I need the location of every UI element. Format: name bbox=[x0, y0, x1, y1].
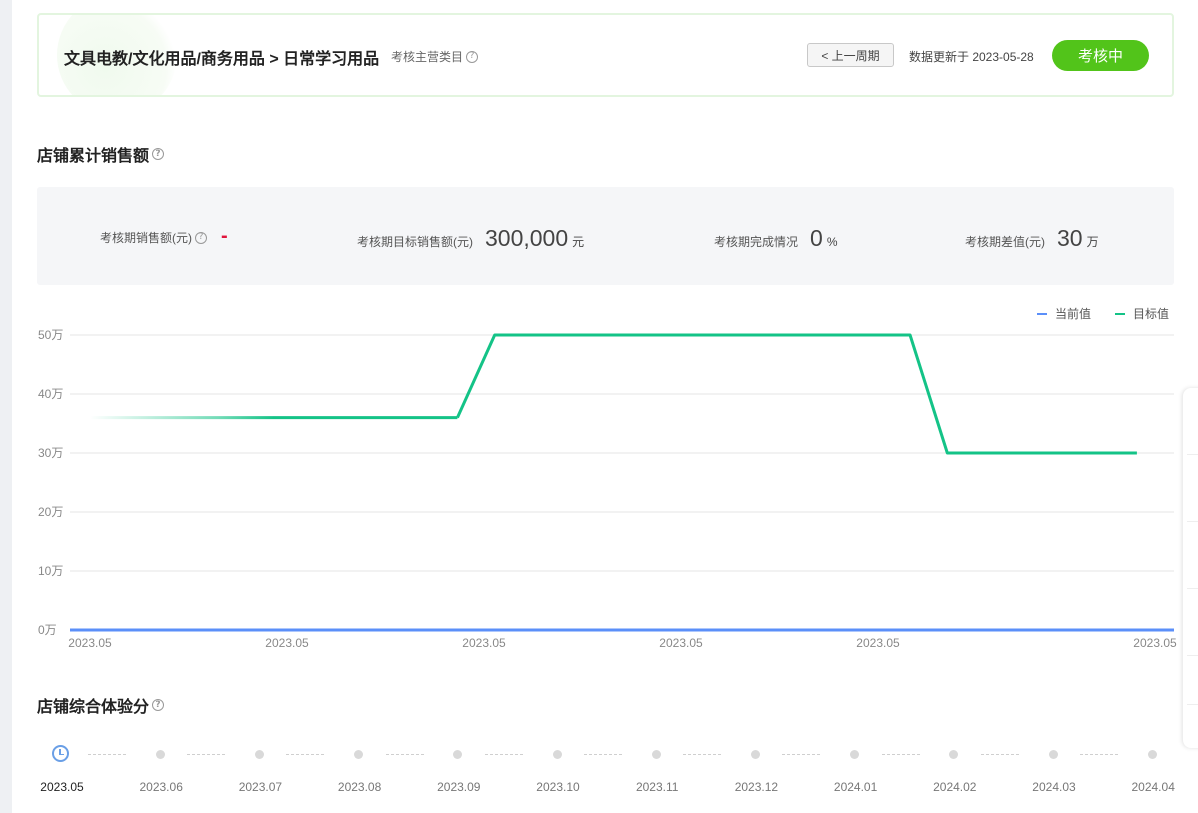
stat-unit: 万 bbox=[1086, 235, 1099, 249]
timeline-month-label[interactable]: 2023.11 bbox=[632, 780, 682, 794]
y-tick-label: 30万 bbox=[38, 446, 63, 460]
help-icon[interactable]: ? bbox=[466, 50, 479, 63]
timeline-dot[interactable] bbox=[850, 750, 860, 759]
stat-period-sales: 考核期销售额(元) ? - bbox=[100, 225, 228, 248]
clock-icon[interactable] bbox=[52, 745, 69, 762]
timeline-dot[interactable] bbox=[1048, 750, 1058, 759]
y-tick-label: 40万 bbox=[38, 387, 63, 401]
legend-swatch bbox=[1037, 312, 1047, 315]
experience-section-title: 店铺综合体验分 ? bbox=[37, 693, 165, 717]
stat-target-sales: 考核期目标销售额(元) 300,000 元 bbox=[357, 225, 584, 252]
floating-toolbar[interactable] bbox=[1183, 388, 1198, 748]
timeline-connector bbox=[881, 754, 920, 755]
timeline-connector bbox=[782, 754, 821, 755]
y-tick-label: 0万 bbox=[38, 623, 57, 637]
category-path: 文具电教/文化用品/商务用品 > 日常学习用品 bbox=[64, 51, 380, 68]
x-tick-label: 2023.05 bbox=[1133, 636, 1177, 650]
x-tick-label: 2023.05 bbox=[265, 636, 309, 650]
stat-completion: 考核期完成情况 0 % bbox=[714, 225, 837, 252]
sales-section-title-text: 店铺累计销售额 bbox=[37, 148, 150, 165]
timeline-dot[interactable] bbox=[1147, 750, 1157, 759]
timeline-dot[interactable] bbox=[155, 750, 165, 759]
timeline-connector bbox=[385, 754, 424, 755]
timeline-month-label[interactable]: 2023.05 bbox=[37, 780, 87, 794]
stat-label: 考核期销售额(元) ? bbox=[100, 229, 207, 246]
timeline-connector bbox=[683, 754, 722, 755]
timeline-connector bbox=[88, 754, 126, 755]
timeline-dot[interactable] bbox=[453, 750, 463, 759]
timeline-connector bbox=[1080, 754, 1118, 755]
sales-line-chart: 0万 10万 20万 30万 40万 50万 2023.05 2023.05 2023.05 2… bbox=[38, 328, 1177, 650]
timeline-connector bbox=[286, 754, 325, 755]
stat-label: 考核期完成情况 bbox=[714, 235, 799, 249]
x-tick-label: 2023.05 bbox=[659, 636, 703, 650]
help-icon[interactable]: ? bbox=[195, 231, 207, 244]
timeline-dot[interactable] bbox=[354, 750, 364, 759]
sales-stats-box: 考核期销售额(元) ? - 考核期目标销售额(元) 300,000 元 考核期完… bbox=[37, 187, 1174, 285]
timeline-connector bbox=[980, 754, 1019, 755]
stat-label: 考核期目标销售额(元) bbox=[357, 235, 473, 249]
category-type: 考核主营类目 ? bbox=[391, 48, 479, 65]
timeline-connector bbox=[484, 754, 523, 755]
status-badge: 考核中 bbox=[1052, 40, 1149, 71]
category-type-label: 考核主营类目 bbox=[391, 50, 464, 64]
timeline-month-label[interactable]: 2023.06 bbox=[136, 780, 186, 794]
timeline-dot[interactable] bbox=[254, 750, 264, 759]
timeline-month-label[interactable]: 2024.02 bbox=[930, 780, 980, 794]
timeline-connector bbox=[187, 754, 226, 755]
timeline-month-label[interactable]: 2024.03 bbox=[1029, 780, 1079, 794]
y-tick-label: 20万 bbox=[38, 505, 63, 519]
x-tick-label: 2023.05 bbox=[856, 636, 900, 650]
x-tick-label: 2023.05 bbox=[462, 636, 506, 650]
prev-period-button[interactable]: < 上一周期 bbox=[807, 43, 894, 67]
timeline-connector bbox=[584, 754, 622, 755]
stat-unit: 元 bbox=[572, 235, 585, 249]
stat-value: - bbox=[221, 225, 228, 247]
y-tick-label: 10万 bbox=[38, 564, 63, 578]
sales-section-title: 店铺累计销售额 ? bbox=[37, 142, 165, 166]
stat-label: 考核期差值(元) bbox=[965, 235, 1045, 249]
y-tick-label: 50万 bbox=[38, 328, 63, 342]
timeline-month-label[interactable]: 2024.01 bbox=[831, 780, 881, 794]
stat-value: 0 bbox=[810, 225, 823, 251]
timeline-dot[interactable] bbox=[552, 750, 562, 759]
stat-unit: % bbox=[826, 235, 838, 249]
legend-swatch bbox=[1115, 312, 1126, 315]
timeline-month-label[interactable]: 2023.09 bbox=[434, 780, 484, 794]
data-update-text: 数据更新于 2023-05-28 bbox=[909, 50, 1034, 64]
stat-difference: 考核期差值(元) 30 万 bbox=[965, 225, 1099, 252]
stat-value: 30 bbox=[1057, 225, 1083, 251]
timeline-dot[interactable] bbox=[750, 750, 760, 759]
timeline-dot[interactable] bbox=[651, 750, 661, 759]
x-tick-label: 2023.05 bbox=[68, 636, 112, 650]
timeline-month-label[interactable]: 2023.10 bbox=[533, 780, 583, 794]
help-icon[interactable]: ? bbox=[152, 148, 165, 160]
stat-label-text: 考核期销售额(元) bbox=[100, 231, 192, 245]
timeline-dot[interactable] bbox=[949, 750, 959, 759]
stat-value: 300,000 bbox=[485, 225, 569, 251]
timeline-month-label[interactable]: 2023.08 bbox=[335, 780, 385, 794]
assessment-header-card: 文具电教/文化用品/商务用品 > 日常学习用品 考核主营类目 ? < 上一周期 … bbox=[37, 13, 1174, 97]
timeline-month-label[interactable]: 2023.12 bbox=[731, 780, 781, 794]
timeline-month-label[interactable]: 2024.04 bbox=[1128, 780, 1178, 794]
experience-section-title-text: 店铺综合体验分 bbox=[37, 699, 150, 716]
help-icon[interactable]: ? bbox=[152, 699, 165, 711]
timeline-month-label[interactable]: 2023.07 bbox=[235, 780, 285, 794]
